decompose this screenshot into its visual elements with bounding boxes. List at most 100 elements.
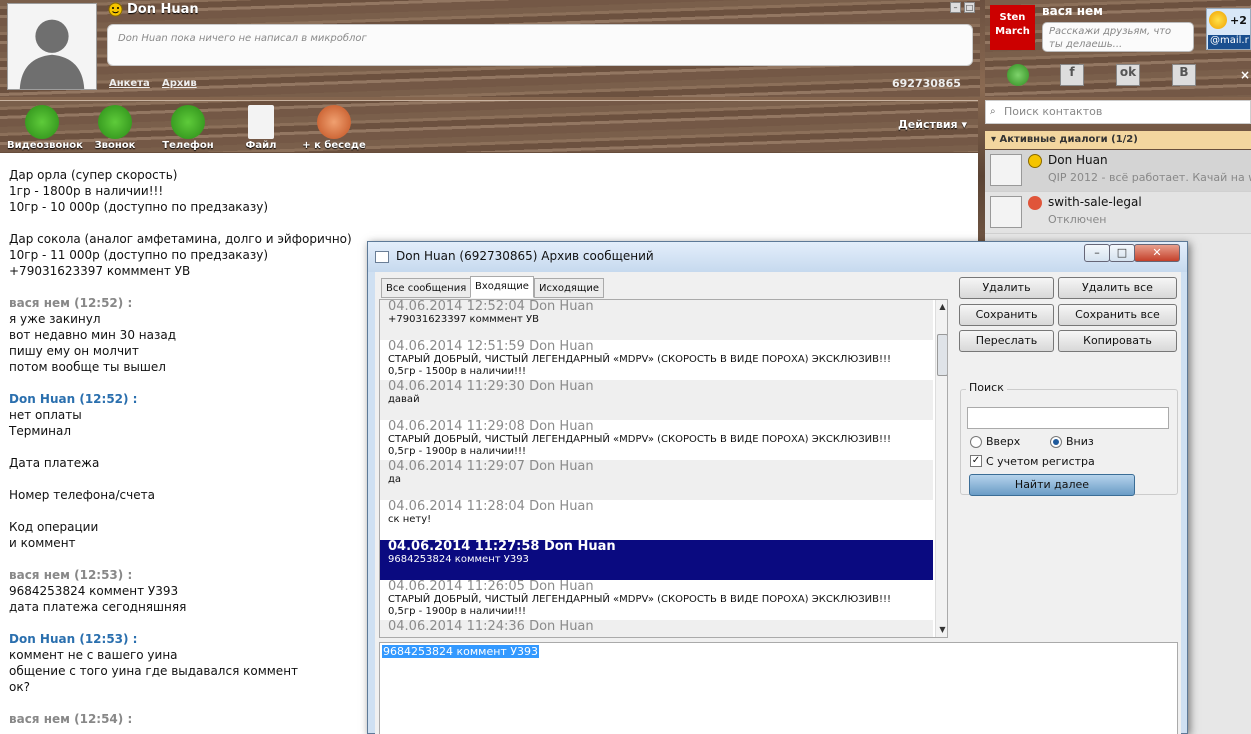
maximize-icon[interactable]: □: [964, 2, 975, 13]
close-icon[interactable]: ×: [1240, 68, 1250, 82]
odnoklassniki-add-icon[interactable]: ok: [1116, 64, 1140, 86]
smiley-status-icon: [108, 2, 123, 17]
sun-icon: [1209, 11, 1227, 29]
search-input[interactable]: [967, 407, 1169, 429]
search-down-label: Вниз: [1066, 435, 1094, 448]
avatar: [990, 196, 1022, 228]
file-label: Файл: [245, 140, 277, 151]
contact-uin: 692730865: [892, 77, 961, 90]
message-items: 04.06.2014 12:52:04 Don Huan +79031623397…: [380, 300, 947, 637]
archive-message-item[interactable]: 04.06.2014 11:24:36 Don Huan: [380, 620, 933, 637]
offline-flower-icon: [1028, 196, 1042, 210]
status-input[interactable]: Расскажи друзьям, что ты делаешь...: [1042, 22, 1194, 52]
video-call-label: Видеозвонок: [7, 140, 83, 151]
save-all-button[interactable]: Сохранить все: [1058, 304, 1177, 326]
archive-link[interactable]: Архив: [162, 78, 197, 89]
contact-name: Don Huan: [127, 2, 199, 17]
case-sensitive-checkbox[interactable]: ✓: [970, 455, 982, 467]
message-line: 10гр - 10 000р (доступно по предзаказу): [9, 200, 269, 214]
message-header: 04.06.2014 11:24:36 Don Huan: [388, 620, 594, 634]
scroll-up-icon[interactable]: ▲: [936, 300, 947, 314]
message-header: 04.06.2014 11:29:30 Don Huan: [388, 380, 594, 394]
contact-name: Don Huan: [1048, 153, 1108, 167]
add-to-conversation-button[interactable]: + к беседе: [299, 101, 369, 151]
vkontakte-add-icon[interactable]: B: [1172, 64, 1196, 86]
archive-message-item[interactable]: 04.06.2014 11:28:04 Don Huan ск нету!: [380, 500, 933, 540]
forward-button[interactable]: Переслать: [959, 330, 1054, 352]
contact-item-don-huan[interactable]: Don Huan QIP 2012 - всё работает. Качай …: [985, 150, 1251, 192]
mail-label: @mail.r: [1208, 35, 1250, 49]
phone-keypad-icon: [171, 105, 205, 139]
scroll-thumb[interactable]: [937, 334, 947, 376]
scrollbar[interactable]: ▲ ▼: [935, 300, 947, 637]
contact-search-input[interactable]: Поиск контактов: [985, 100, 1251, 124]
phone-button[interactable]: Телефон: [153, 101, 223, 151]
dialog-title: Don Huan (692730865) Архив сообщений: [396, 249, 654, 263]
search-icon: ⌕: [990, 106, 996, 117]
archive-message-list[interactable]: 04.06.2014 12:52:04 Don Huan +79031623397…: [379, 299, 948, 638]
avatar: [990, 154, 1022, 186]
contact-name: swith-sale-legal: [1048, 195, 1142, 209]
search-down-radio[interactable]: [1050, 436, 1062, 448]
triangle-down-icon: ▾: [991, 134, 997, 145]
tab-all-messages[interactable]: Все сообщения: [381, 278, 472, 298]
message-line: 1гр - 1800р в наличии!!!: [9, 184, 164, 198]
my-name: вася нем: [1042, 4, 1103, 18]
actions-menu[interactable]: Действия ▾: [898, 118, 967, 131]
file-download-icon: [248, 105, 274, 139]
profile-link[interactable]: Анкета: [109, 78, 150, 89]
contact-item-swith-sale-legal[interactable]: swith-sale-legal Отключен: [985, 192, 1251, 234]
minimize-icon[interactable]: –: [1084, 244, 1110, 262]
chevron-down-icon: ▾: [961, 118, 967, 131]
active-dialogs-header[interactable]: ▾ Активные диалоги (1/2): [985, 131, 1251, 149]
search-up-label: Вверх: [986, 435, 1021, 448]
archive-message-item[interactable]: 04.06.2014 11:27:58 Don Huan 9684253824 к…: [380, 540, 933, 580]
active-dialogs-label: Активные диалоги (1/2): [999, 134, 1138, 145]
file-button[interactable]: Файл: [226, 101, 296, 151]
copy-button[interactable]: Копировать: [1058, 330, 1177, 352]
message-header: 04.06.2014 11:27:58 Don Huan: [388, 540, 616, 554]
archive-message-item[interactable]: 04.06.2014 11:29:08 Don Huan СТАРЫЙ ДОБРЫ…: [380, 420, 933, 460]
message-header: 04.06.2014 11:29:07 Don Huan: [388, 460, 594, 474]
message-text: 9684253824 коммент У393: [388, 554, 529, 565]
phone-handset-icon: [98, 105, 132, 139]
tab-outgoing[interactable]: Исходящие: [534, 278, 605, 298]
close-icon[interactable]: ✕: [1134, 244, 1180, 262]
archive-dialog: Don Huan (692730865) Архив сообщений – □…: [367, 241, 1188, 734]
add-people-icon: [317, 105, 351, 139]
facebook-add-icon[interactable]: f: [1060, 64, 1084, 86]
message-header: 04.06.2014 11:28:04 Don Huan: [388, 500, 594, 514]
archive-message-item[interactable]: 04.06.2014 12:52:04 Don Huan +79031623397…: [380, 300, 933, 340]
message-text: СТАРЫЙ ДОБРЫЙ, ЧИСТЫЙ ЛЕГЕНДАРНЫЙ «MDPV»…: [388, 594, 892, 605]
message-text: СТАРЫЙ ДОБРЫЙ, ЧИСТЫЙ ЛЕГЕНДАРНЫЙ «MDPV»…: [388, 354, 892, 365]
message-text: ск нету!: [388, 514, 432, 525]
find-next-button[interactable]: Найти далее: [969, 474, 1135, 496]
my-avatar[interactable]: Sten March: [990, 5, 1035, 50]
video-call-button[interactable]: Видеозвонок: [7, 101, 83, 151]
scroll-down-icon[interactable]: ▼: [936, 623, 947, 637]
selected-text[interactable]: 9684253824 коммент У393: [382, 645, 540, 658]
tab-incoming[interactable]: Входящие: [470, 276, 534, 298]
smiley-status-icon: [1028, 154, 1042, 168]
archive-message-item[interactable]: 04.06.2014 11:29:07 Don Huan да: [380, 460, 933, 500]
search-up-radio[interactable]: [970, 436, 982, 448]
message-text: да: [388, 474, 402, 485]
message-text: СТАРЫЙ ДОБРЫЙ, ЧИСТЫЙ ЛЕГЕНДАРНЫЙ «MDPV»…: [388, 434, 892, 445]
archive-message-item[interactable]: 04.06.2014 11:26:05 Don Huan СТАРЫЙ ДОБРЫ…: [380, 580, 933, 620]
delete-button[interactable]: Удалить: [959, 277, 1054, 299]
icq-flower-icon[interactable]: [1007, 64, 1029, 86]
message-text: 0,5гр - 1900р в наличии!!!: [388, 446, 527, 457]
call-button[interactable]: Звонок: [80, 101, 150, 151]
add-to-conversation-label: + к беседе: [302, 140, 366, 151]
mail-badge[interactable]: +2 @mail.r: [1206, 8, 1251, 50]
maximize-icon[interactable]: □: [1109, 244, 1135, 262]
message-header: 04.06.2014 11:26:05 Don Huan: [388, 580, 594, 594]
minimize-icon[interactable]: –: [950, 2, 961, 13]
save-button[interactable]: Сохранить: [959, 304, 1054, 326]
message-preview-area[interactable]: 9684253824 коммент У393: [379, 642, 1178, 734]
delete-all-button[interactable]: Удалить все: [1058, 277, 1177, 299]
archive-message-item[interactable]: 04.06.2014 12:51:59 Don Huan СТАРЫЙ ДОБРЫ…: [380, 340, 933, 380]
contact-avatar[interactable]: [7, 3, 97, 90]
archive-message-item[interactable]: 04.06.2014 11:29:30 Don Huan давай: [380, 380, 933, 420]
message-header: 04.06.2014 12:51:59 Don Huan: [388, 340, 594, 354]
